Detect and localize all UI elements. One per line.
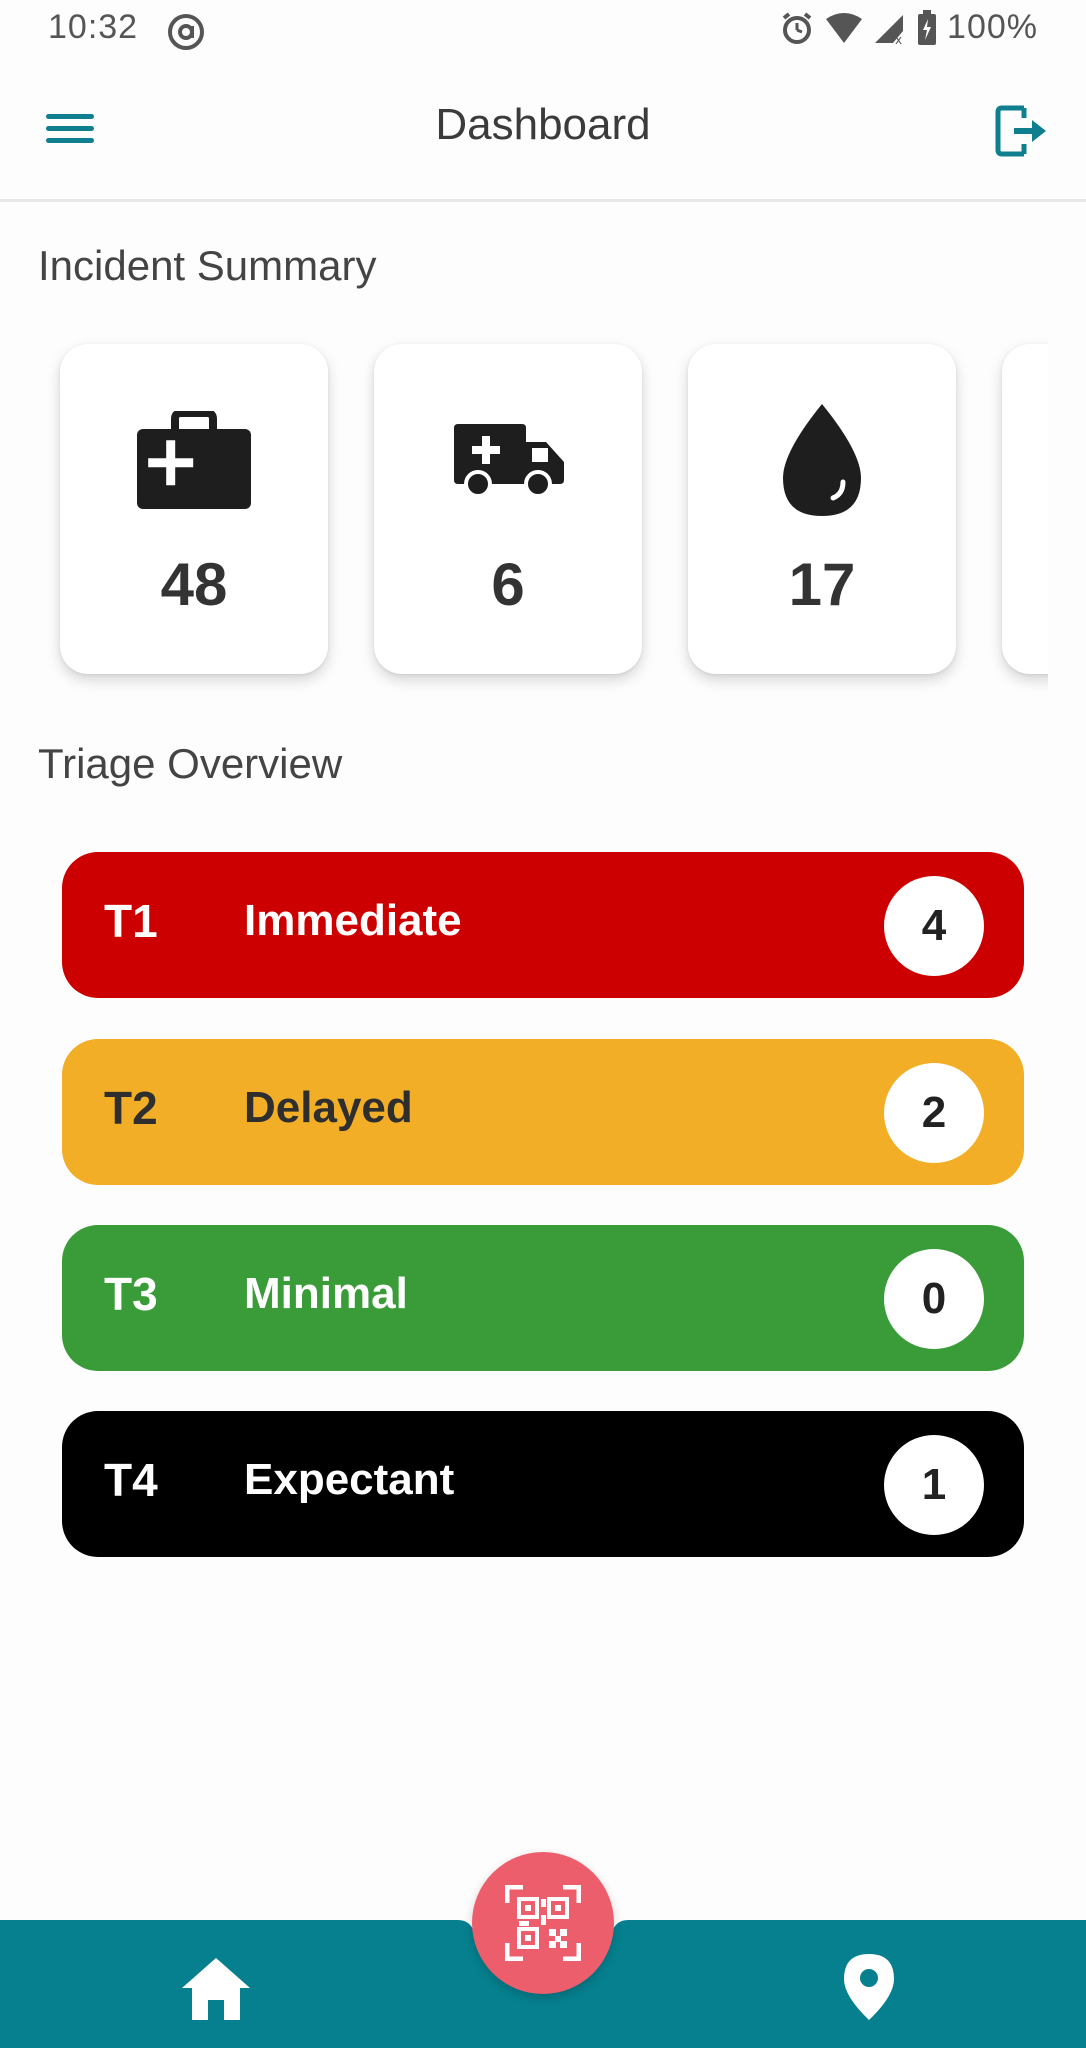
triage-row-t2[interactable]: T2 Delayed 2	[62, 1039, 1024, 1185]
status-bar: 10:32 x 100%	[0, 0, 1086, 60]
medical-kit-icon	[137, 411, 251, 509]
wifi-icon	[826, 12, 863, 43]
status-icons: x 100%	[779, 8, 1038, 47]
summary-card-patients[interactable]: 48	[60, 344, 328, 674]
triage-row-t1[interactable]: T1 Immediate 4	[62, 852, 1024, 998]
triage-row-t3[interactable]: T3 Minimal 0	[62, 1225, 1024, 1371]
ambulance-icon	[454, 424, 564, 498]
triage-count-badge: 4	[884, 876, 984, 976]
triage-label: Expectant	[244, 1455, 455, 1504]
incident-summary-title: Incident Summary	[38, 242, 377, 289]
home-icon[interactable]	[180, 1956, 252, 2022]
summary-card-value: 48	[160, 551, 228, 618]
triage-count-badge: 1	[884, 1435, 984, 1535]
summary-card-more[interactable]	[1002, 344, 1048, 674]
qr-scan-icon	[505, 1885, 581, 1961]
summary-card-value: 17	[788, 551, 856, 618]
alarm-icon	[782, 11, 812, 44]
logout-icon[interactable]	[994, 102, 1052, 160]
triage-label: Minimal	[244, 1269, 408, 1318]
summary-card-blood[interactable]: 17	[688, 344, 956, 674]
triage-count-badge: 0	[884, 1249, 984, 1349]
scan-qr-button[interactable]	[472, 1852, 614, 1994]
summary-card-value: 6	[491, 551, 525, 618]
triage-label: Immediate	[244, 896, 462, 945]
blood-drop-icon	[783, 404, 861, 516]
triage-code: T2	[104, 1082, 158, 1134]
summary-card-ambulances[interactable]: 6	[374, 344, 642, 674]
signal-icon: x	[875, 14, 904, 45]
triage-count-badge: 2	[884, 1063, 984, 1163]
page-title: Dashboard	[435, 100, 651, 149]
triage-label: Delayed	[244, 1083, 413, 1132]
incident-summary-carousel[interactable]: 48 6 17	[0, 330, 1048, 700]
at-sign-icon	[168, 14, 204, 50]
location-pin-icon[interactable]	[842, 1952, 896, 2022]
app-bar: Dashboard	[0, 60, 1086, 202]
triage-row-t4[interactable]: T4 Expectant 1	[62, 1411, 1024, 1557]
triage-code: T3	[104, 1268, 158, 1320]
status-time: 10:32	[48, 8, 139, 46]
battery-percent: 100%	[947, 8, 1038, 46]
svg-text:x: x	[895, 33, 902, 45]
battery-icon	[918, 9, 937, 45]
triage-overview-title: Triage Overview	[38, 740, 343, 787]
triage-code: T4	[104, 1454, 158, 1506]
triage-code: T1	[104, 895, 158, 947]
